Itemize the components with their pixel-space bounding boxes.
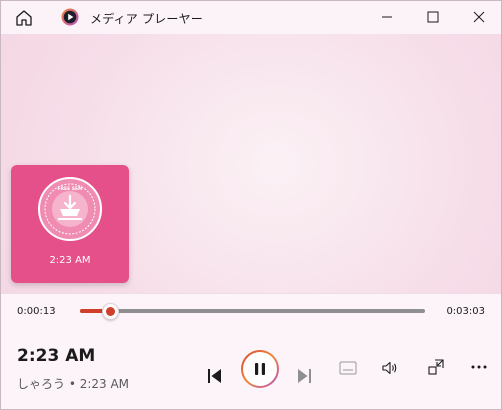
total-time: 0:03:03 [446, 306, 485, 317]
album-card[interactable]: FREE SEM 2:23 AM [11, 165, 129, 283]
mini-player-button[interactable] [426, 357, 446, 377]
album-time-label: 2:23 AM [49, 255, 91, 266]
now-playing-subtitle[interactable]: しゃろう • 2:23 AM [17, 375, 129, 392]
now-playing-title: 2:23 AM [17, 346, 96, 366]
mini-player-icon [428, 359, 444, 375]
more-icon [471, 365, 487, 369]
next-button[interactable] [293, 365, 315, 387]
captions-button[interactable] [338, 359, 358, 377]
previous-button[interactable] [204, 365, 226, 387]
volume-icon [382, 361, 397, 375]
minimize-icon[interactable] [376, 7, 398, 27]
media-player-window: メディア プレーヤー FREE SEM 2:23 AM 0:00:13 0:03… [0, 0, 502, 410]
previous-icon [208, 369, 221, 383]
maximize-icon[interactable] [422, 7, 444, 27]
more-options-button[interactable] [469, 357, 489, 377]
captions-icon [339, 361, 357, 375]
close-icon[interactable] [468, 7, 490, 27]
volume-button[interactable] [380, 358, 400, 378]
play-pause-button[interactable] [241, 350, 279, 388]
svg-text:FREE SEM: FREE SEM [57, 186, 83, 192]
window-title: メディア プレーヤー [90, 12, 203, 26]
album-art-stamp: FREE SEM [38, 177, 102, 241]
home-icon[interactable] [15, 9, 33, 27]
seek-thumb[interactable] [102, 303, 119, 320]
pause-icon [255, 363, 265, 375]
title-bar: メディア プレーヤー [1, 1, 501, 34]
seek-bar[interactable] [80, 309, 425, 313]
seek-bar-progress [80, 309, 105, 313]
next-icon [298, 369, 311, 383]
media-player-icon [61, 8, 79, 26]
current-time: 0:00:13 [17, 306, 56, 317]
